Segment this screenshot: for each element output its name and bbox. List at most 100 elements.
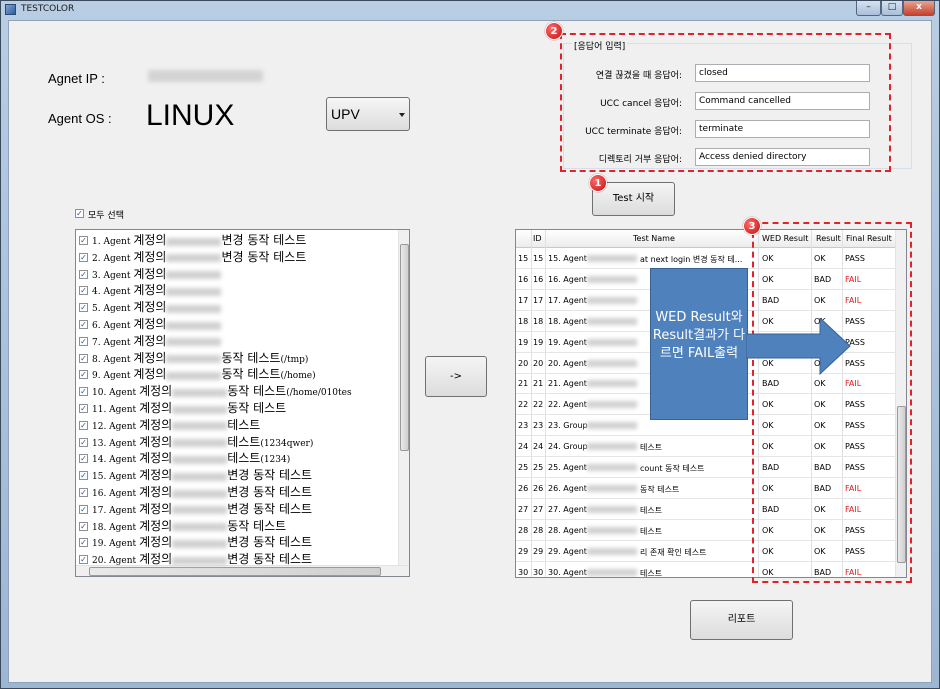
cell-name-tail: 테스트 <box>640 526 663 536</box>
item-checkbox[interactable]: ✓ <box>79 269 88 279</box>
item-redacted <box>166 338 222 347</box>
item-checkbox[interactable]: ✓ <box>79 420 88 430</box>
os-combo-value: UPV <box>331 106 360 122</box>
row-number: 27 <box>518 504 529 514</box>
item-checkbox[interactable]: ✓ <box>79 521 88 531</box>
item-checkbox[interactable]: ✓ <box>79 252 88 262</box>
item-suffix: 변경 동작 테스트 <box>221 233 307 247</box>
minimize-button[interactable]: – <box>856 1 881 16</box>
cell-name: 30. Agent <box>548 567 587 577</box>
cell-id: 15 <box>533 254 544 263</box>
cell-name: 28. Agent <box>548 525 587 535</box>
item-ko: 계정의 <box>133 333 167 348</box>
item-ko: 계정의 <box>133 300 167 315</box>
row-number: 21 <box>518 379 529 389</box>
cell-name: 22. Agent <box>548 400 587 410</box>
item-suffix: 변경 동작 테스트 <box>227 535 313 550</box>
item-redacted <box>166 321 222 330</box>
item-redacted <box>172 506 228 515</box>
item-ko: 계정의 <box>133 317 167 331</box>
item-checkbox[interactable]: ✓ <box>79 504 88 514</box>
item-suffix: 동작 테스트 <box>227 384 287 399</box>
cell-id: 29 <box>533 546 544 556</box>
cell-id: 22 <box>533 400 544 410</box>
row-number: 26 <box>518 483 529 493</box>
report-button[interactable]: 리포트 <box>690 600 793 640</box>
item-num: 11. Agent <box>92 405 137 415</box>
list-vscrollbar[interactable] <box>398 230 409 565</box>
cell-name-tail: 리 존재 확인 테스트 <box>640 547 707 557</box>
cell-id: 21 <box>533 379 544 389</box>
app-icon <box>5 4 16 15</box>
move-button[interactable]: -> <box>425 356 487 397</box>
item-ko: 계정의 <box>139 552 173 567</box>
agent-os-value: LINUX <box>146 99 235 132</box>
item-redacted <box>172 523 228 532</box>
cell-name-redacted <box>587 317 637 325</box>
cell-name: 21. Agent <box>548 379 587 389</box>
header-test-name: Test Name <box>633 234 675 243</box>
cell-name-redacted <box>587 338 637 346</box>
cell-id: 28 <box>533 525 544 535</box>
item-num: 12. Agent <box>92 421 137 432</box>
row-number: 28 <box>518 525 529 535</box>
item-checkbox[interactable]: ✓ <box>79 454 88 464</box>
item-tail: (1234) <box>260 455 291 466</box>
cell-name-redacted <box>587 255 637 262</box>
item-redacted <box>166 271 222 280</box>
cell-name: 18. Agent <box>548 316 587 326</box>
cell-name: 20. Agent <box>548 358 587 368</box>
item-suffix: 변경 동작 테스트 <box>221 249 307 264</box>
cell-id: 23 <box>533 421 544 431</box>
cell-id: 18 <box>533 316 544 326</box>
item-checkbox[interactable]: ✓ <box>79 320 88 329</box>
item-checkbox[interactable]: ✓ <box>79 488 88 497</box>
item-suffix: 테스트 <box>227 434 261 449</box>
cell-name-redacted <box>587 275 637 283</box>
item-num: 13. Agent <box>92 438 137 449</box>
item-num: 15. Agent <box>92 472 137 483</box>
cell-name-redacted <box>587 422 637 430</box>
item-redacted <box>166 371 222 380</box>
test-list[interactable]: ✓ 1. Agent 계정의 변경 동작 테스트 ✓ 2. Agent 계정의 변경 동작… <box>75 229 410 577</box>
cell-name: 25. Agent <box>548 463 587 472</box>
cell-name-redacted <box>587 568 637 576</box>
item-ko: 계정의 <box>139 468 173 483</box>
item-suffix: 변경 동작 테스트 <box>227 501 313 516</box>
item-checkbox[interactable]: ✓ <box>79 555 88 565</box>
chevron-down-icon <box>399 113 405 117</box>
select-all-checkbox[interactable]: ✓ <box>75 209 84 218</box>
item-redacted <box>172 489 228 498</box>
item-checkbox[interactable]: ✓ <box>79 236 88 245</box>
maximize-button[interactable]: □ <box>881 1 903 16</box>
item-checkbox[interactable]: ✓ <box>79 471 88 481</box>
item-checkbox[interactable]: ✓ <box>79 286 88 296</box>
item-checkbox[interactable]: ✓ <box>79 303 88 313</box>
item-suffix: 테스트 <box>227 451 261 466</box>
item-checkbox[interactable]: ✓ <box>79 404 88 413</box>
os-combo[interactable]: UPV <box>326 97 410 131</box>
item-ko: 계정의 <box>133 233 167 247</box>
item-tail: (1234qwer) <box>260 438 314 449</box>
item-checkbox[interactable]: ✓ <box>79 353 88 363</box>
item-label: 20. Agent 계정의 변경 동작 테스트 <box>92 551 312 570</box>
item-checkbox[interactable]: ✓ <box>79 370 88 380</box>
item-ko: 계정의 <box>133 367 167 382</box>
item-redacted <box>172 455 228 464</box>
item-ko: 계정의 <box>133 266 167 281</box>
item-checkbox[interactable]: ✓ <box>79 336 88 346</box>
item-num: 7. Agent <box>92 337 131 348</box>
item-suffix: 변경 동작 테스트 <box>227 468 313 483</box>
item-redacted <box>166 287 222 296</box>
item-checkbox[interactable]: ✓ <box>79 538 88 548</box>
cell-name-redacted <box>587 359 637 367</box>
item-ko: 계정의 <box>139 417 173 432</box>
list-vscroll-thumb[interactable] <box>400 244 409 451</box>
item-checkbox[interactable]: ✓ <box>79 387 88 397</box>
item-redacted <box>166 304 222 313</box>
cell-name: 16. Agent <box>548 274 587 284</box>
item-num: 6. Agent <box>92 321 131 331</box>
item-checkbox[interactable]: ✓ <box>79 437 88 447</box>
close-button[interactable]: x <box>903 1 935 16</box>
cell-name-redacted <box>587 526 637 534</box>
